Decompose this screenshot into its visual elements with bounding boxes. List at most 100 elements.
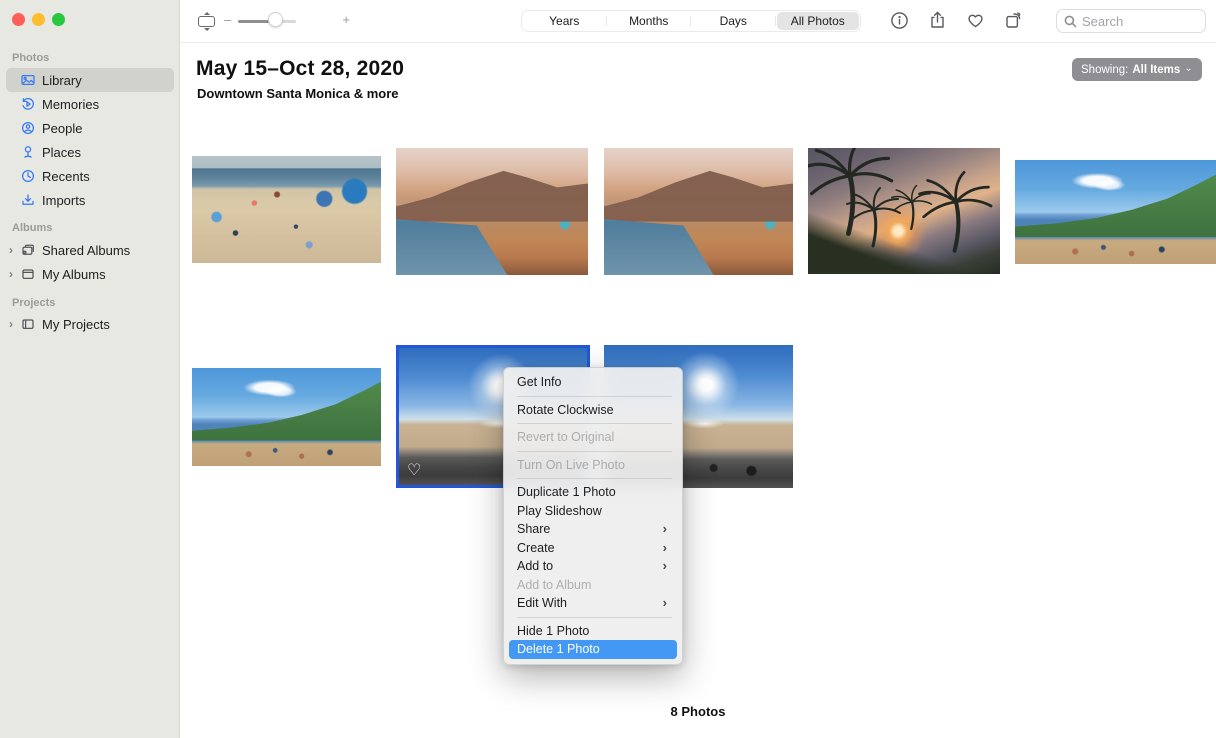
- tab-years[interactable]: Years: [523, 12, 606, 30]
- window-controls: [12, 13, 65, 26]
- search-input[interactable]: [1082, 14, 1192, 29]
- info-button[interactable]: [888, 8, 911, 33]
- sidebar-item-recents[interactable]: Recents: [6, 164, 174, 188]
- sidebar-item-people[interactable]: People: [6, 116, 174, 140]
- close-window-button[interactable]: [12, 13, 25, 26]
- sidebar-section-albums: Albums: [12, 222, 52, 234]
- memories-icon: [20, 96, 36, 112]
- search-icon: [1064, 15, 1077, 28]
- sidebar-item-places[interactable]: Places: [6, 140, 174, 164]
- photo-thumbnail-sunset-beach-duplicate[interactable]: [604, 148, 793, 275]
- context-menu: Get Info Rotate Clockwise Revert to Orig…: [503, 367, 683, 665]
- sidebar-item-label: My Albums: [42, 267, 106, 282]
- menu-separator: [517, 423, 672, 424]
- zoom-out-icon[interactable]: –: [224, 12, 231, 27]
- favorite-heart-icon: ♡: [407, 463, 421, 479]
- sidebar-item-my-projects[interactable]: › My Projects: [6, 312, 174, 336]
- photo-thumbnail-sunset-beach[interactable]: [396, 148, 588, 275]
- photo-thumbnail-lake-beach[interactable]: [1015, 160, 1216, 264]
- rotate-button[interactable]: [1002, 8, 1025, 33]
- sidebar-item-label: My Projects: [42, 317, 110, 332]
- toolbar: – + Years Months Days All Photos: [180, 0, 1216, 43]
- photo-thumbnail-palm-trees-sunset[interactable]: [808, 148, 1000, 274]
- menu-item-share[interactable]: Share›: [509, 520, 677, 539]
- sidebar-item-label: Memories: [42, 97, 99, 112]
- sidebar-item-my-albums[interactable]: › My Albums: [6, 262, 174, 286]
- sidebar-item-label: Places: [42, 145, 81, 160]
- photo-grid-area: May 15–Oct 28, 2020 Downtown Santa Monic…: [180, 43, 1216, 738]
- menu-item-edit-with[interactable]: Edit With›: [509, 594, 677, 613]
- photo-count-label: 8 Photos: [180, 704, 1216, 719]
- chevron-right-icon[interactable]: ›: [9, 268, 18, 280]
- rotate-icon: [1004, 11, 1023, 30]
- my-albums-icon: [20, 266, 36, 282]
- sidebar-item-label: Shared Albums: [42, 243, 130, 258]
- sidebar-section-projects: Projects: [12, 297, 55, 309]
- menu-item-get-info[interactable]: Get Info: [509, 373, 677, 392]
- info-icon: [890, 11, 909, 30]
- photo-thumbnail-lake-beach-2[interactable]: [192, 368, 381, 466]
- submenu-arrow-icon: ›: [663, 557, 667, 576]
- sidebar-section-photos: Photos: [12, 52, 49, 64]
- menu-item-hide-1-photo[interactable]: Hide 1 Photo: [509, 622, 677, 641]
- heart-icon: [966, 11, 985, 30]
- zoom-to-fit-icon[interactable]: [197, 12, 217, 31]
- submenu-arrow-icon: ›: [663, 520, 667, 539]
- palm-trees-graphic: [808, 148, 1000, 274]
- sidebar-item-imports[interactable]: Imports: [6, 188, 174, 212]
- sidebar: Photos Library Memories People: [0, 0, 180, 738]
- showing-value: All Items: [1132, 64, 1180, 76]
- people-icon: [20, 120, 36, 136]
- library-icon: [20, 72, 36, 88]
- photo-thumbnail-crowded-beach[interactable]: [192, 156, 381, 263]
- tab-all-photos[interactable]: All Photos: [777, 12, 860, 30]
- sidebar-item-memories[interactable]: Memories: [6, 92, 174, 116]
- tab-months[interactable]: Months: [608, 12, 691, 30]
- imports-icon: [20, 192, 36, 208]
- sidebar-item-label: Imports: [42, 193, 85, 208]
- location-subtitle: Downtown Santa Monica & more: [197, 86, 399, 101]
- favorite-button[interactable]: [964, 8, 987, 33]
- slider-track[interactable]: [238, 20, 296, 23]
- thumbnail-zoom-slider[interactable]: – +: [224, 10, 354, 32]
- sidebar-item-library[interactable]: Library: [6, 68, 174, 92]
- submenu-arrow-icon: ›: [663, 539, 667, 558]
- menu-item-create[interactable]: Create›: [509, 539, 677, 558]
- sidebar-item-label: People: [42, 121, 82, 136]
- submenu-arrow-icon: ›: [663, 594, 667, 613]
- places-icon: [20, 144, 36, 160]
- menu-item-play-slideshow[interactable]: Play Slideshow: [509, 502, 677, 521]
- menu-item-add-to-album: Add to Album: [509, 576, 677, 595]
- menu-item-revert-to-original: Revert to Original: [509, 428, 677, 447]
- menu-item-turn-on-live-photo: Turn On Live Photo: [509, 456, 677, 475]
- minimize-window-button[interactable]: [32, 13, 45, 26]
- zoom-window-button[interactable]: [52, 13, 65, 26]
- recents-icon: [20, 168, 36, 184]
- menu-item-duplicate-1-photo[interactable]: Duplicate 1 Photo: [509, 483, 677, 502]
- share-icon: [928, 11, 947, 30]
- menu-item-add-to[interactable]: Add to›: [509, 557, 677, 576]
- menu-separator: [517, 451, 672, 452]
- sidebar-item-label: Recents: [42, 169, 90, 184]
- slider-thumb[interactable]: [268, 12, 283, 27]
- photos-app-window: Photos Library Memories People: [0, 0, 1216, 738]
- menu-item-rotate-clockwise[interactable]: Rotate Clockwise: [509, 401, 677, 420]
- menu-item-delete-1-photo[interactable]: Delete 1 Photo: [509, 640, 677, 659]
- sidebar-item-shared-albums[interactable]: › Shared Albums: [6, 238, 174, 262]
- zoom-in-icon[interactable]: +: [342, 12, 350, 27]
- showing-filter-button[interactable]: Showing: All Items ⌄: [1072, 58, 1202, 81]
- chevron-right-icon[interactable]: ›: [9, 244, 18, 256]
- share-button[interactable]: [926, 8, 949, 33]
- menu-separator: [517, 617, 672, 618]
- menu-separator: [517, 478, 672, 479]
- tab-days[interactable]: Days: [692, 12, 775, 30]
- sidebar-item-label: Library: [42, 73, 82, 88]
- chevron-down-icon: ⌄: [1184, 63, 1192, 74]
- my-projects-icon: [20, 316, 36, 332]
- chevron-right-icon[interactable]: ›: [9, 318, 18, 330]
- view-segmented-control: Years Months Days All Photos: [521, 10, 861, 32]
- showing-label: Showing:: [1081, 64, 1128, 76]
- date-range-title: May 15–Oct 28, 2020: [196, 57, 404, 81]
- shared-albums-icon: [20, 242, 36, 258]
- search-field[interactable]: [1056, 9, 1206, 33]
